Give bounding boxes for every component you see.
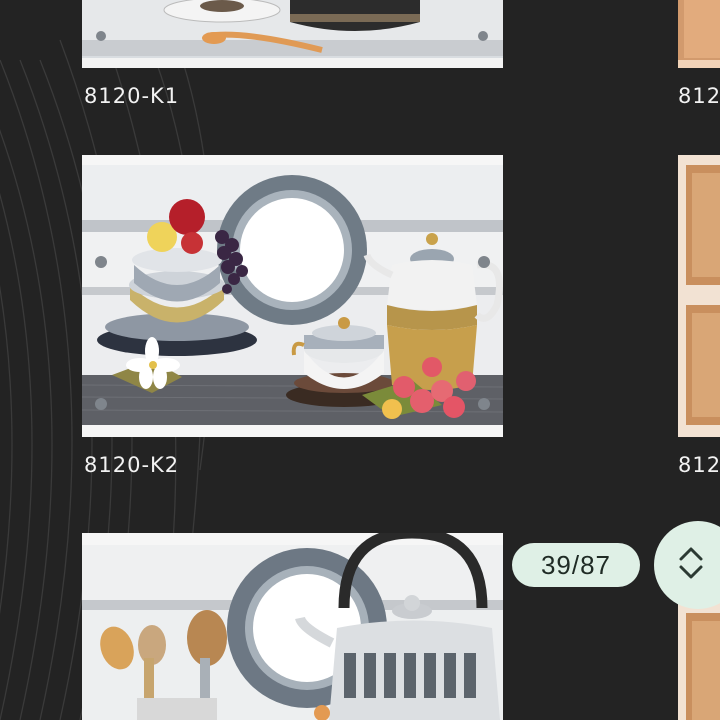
tile-image-bottom[interactable] bbox=[82, 533, 503, 720]
tile-label: 8120-K2 bbox=[84, 453, 180, 477]
tile-label: 8120-K1 bbox=[84, 84, 180, 108]
tile-image-right-top[interactable] bbox=[678, 0, 720, 68]
tile-image-8120-k1[interactable] bbox=[82, 0, 503, 68]
chevron-up-down-icon bbox=[676, 543, 706, 587]
tile-label-right: 8128 bbox=[678, 453, 720, 477]
tile-image-8120-k2[interactable] bbox=[82, 155, 503, 437]
tile-label-right: 8128 bbox=[678, 84, 720, 108]
page-indicator: 39/87 bbox=[512, 543, 640, 587]
tile-image-right-middle[interactable] bbox=[678, 155, 720, 437]
